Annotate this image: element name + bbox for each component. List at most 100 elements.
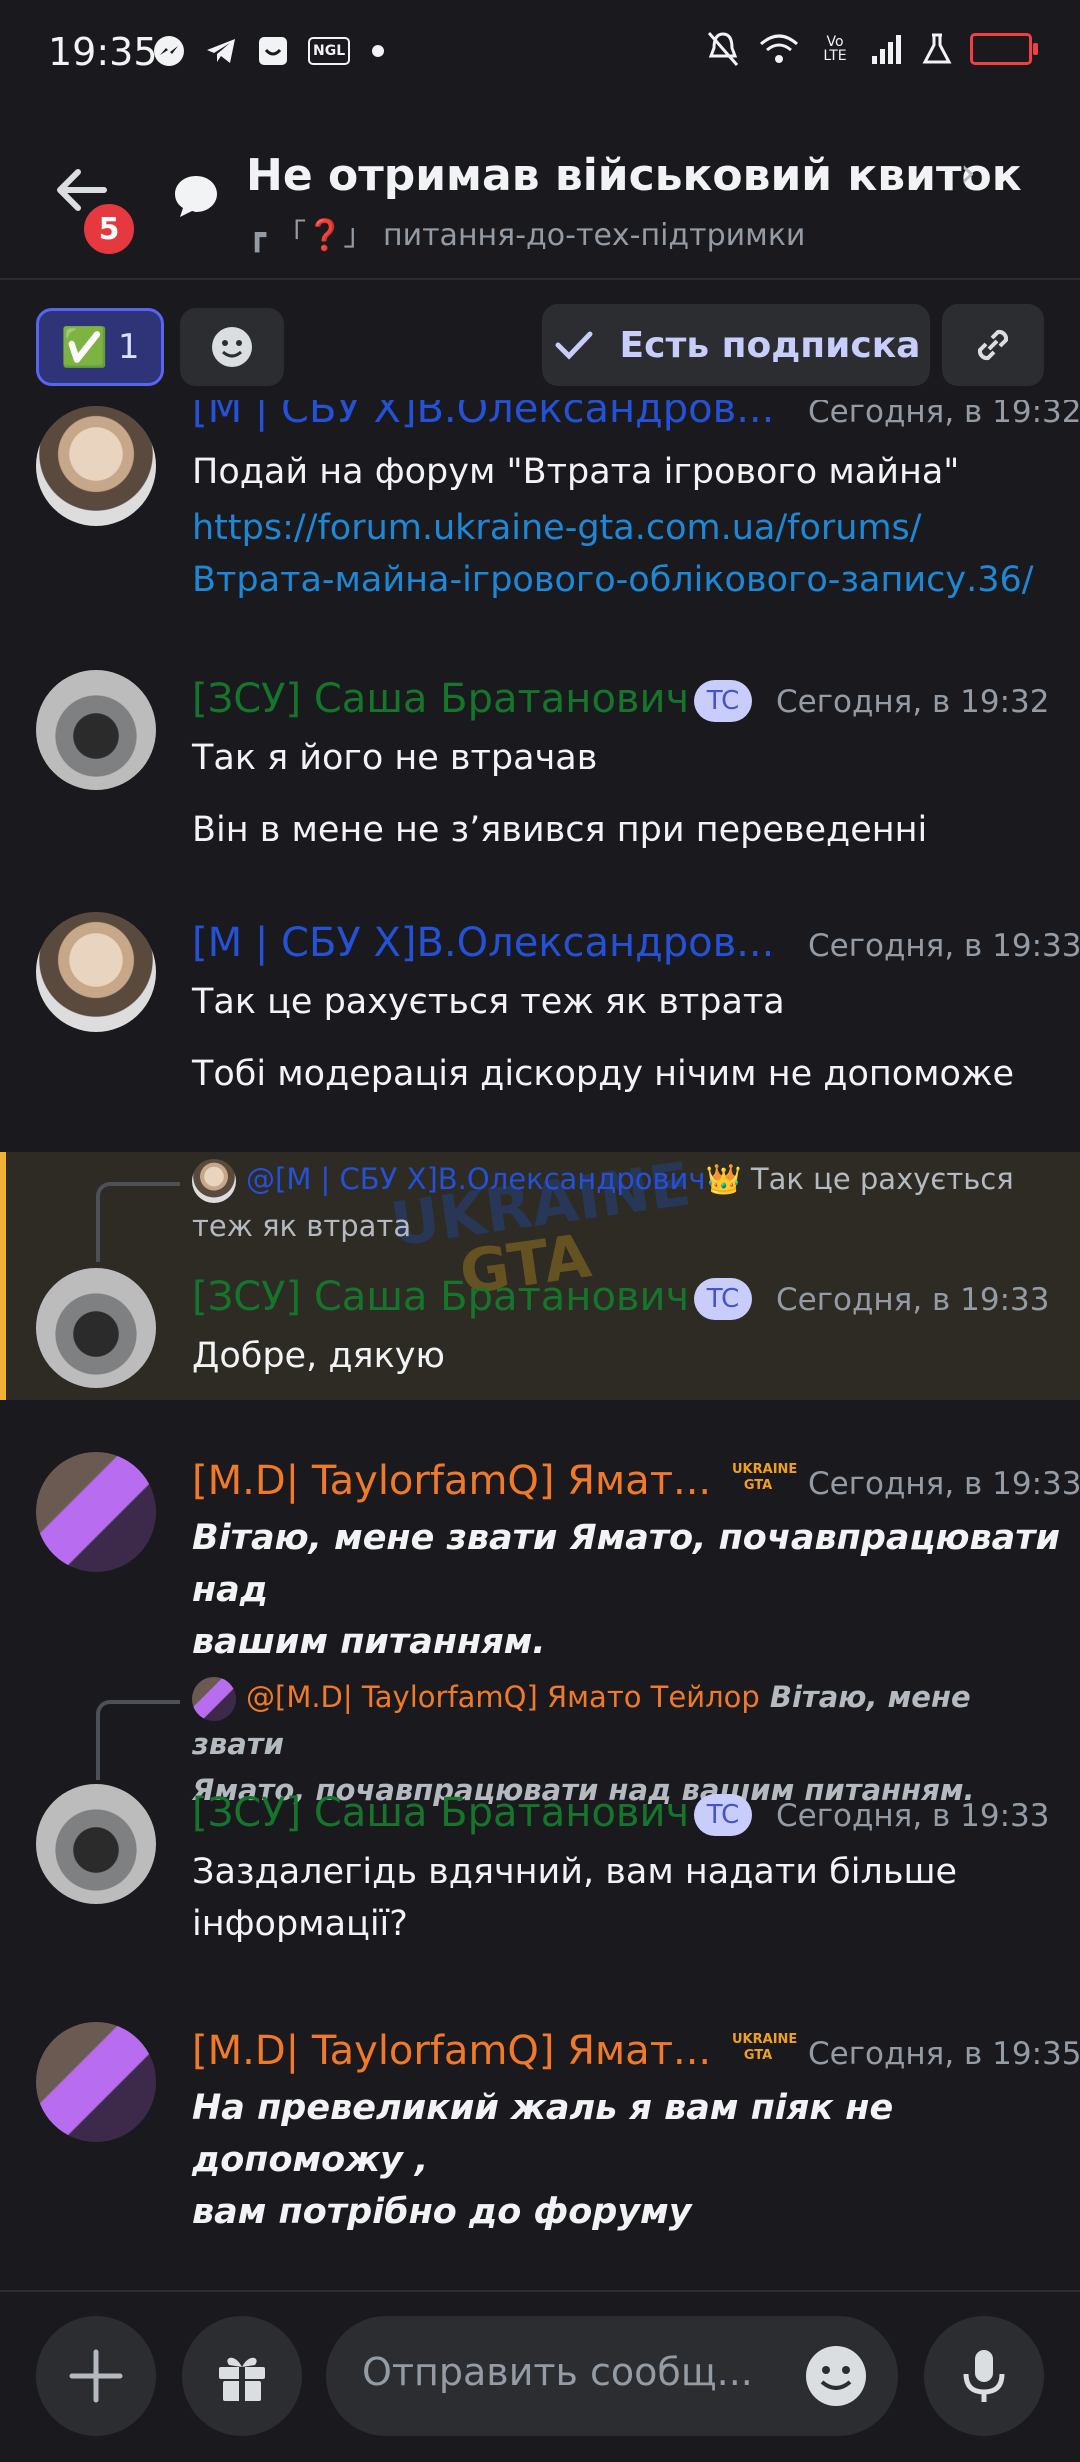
message-input[interactable]: Отправить сообщ... bbox=[326, 2316, 898, 2436]
gift-icon bbox=[219, 2357, 265, 2401]
channel-prefix: 「❓」 bbox=[276, 218, 374, 253]
add-reaction-button[interactable] bbox=[180, 308, 284, 386]
thread-icon bbox=[175, 176, 217, 217]
checkmark-icon bbox=[555, 331, 593, 360]
timestamp: Сегодня, в 19:32 bbox=[776, 684, 1050, 720]
message-line: Так я його не втрачав bbox=[192, 738, 598, 778]
header-divider bbox=[0, 278, 1080, 280]
microphone-icon bbox=[963, 2350, 1005, 2402]
reply-author[interactable]: @[M.D| TaylorfamQ] Ямато Тейлор bbox=[246, 1680, 760, 1714]
input-placeholder: Отправить сообщ... bbox=[362, 2350, 753, 2394]
timestamp: Сегодня, в 19:35 bbox=[808, 2036, 1080, 2072]
thread-actions: ✅ 1 Есть подписка bbox=[0, 300, 1080, 390]
reply-text: теж як втрата bbox=[192, 1209, 412, 1243]
message-line: вам потрібно до форуму bbox=[192, 2192, 692, 2232]
avatar[interactable] bbox=[36, 670, 156, 790]
check-emoji: ✅ bbox=[60, 324, 108, 369]
subscribe-button[interactable]: Есть подписка bbox=[542, 304, 930, 386]
thread-creator-badge: TC bbox=[694, 1278, 752, 1320]
reply-avatar bbox=[192, 1677, 236, 1721]
message-link[interactable]: Втрата-майна-ігрового-облікового-запису.… bbox=[192, 554, 1034, 606]
signal-icon bbox=[872, 35, 901, 64]
thread-creator-badge: TC bbox=[694, 1794, 752, 1836]
clock: 19:35 bbox=[48, 30, 158, 74]
message-line: Подай на форум "Втрата ігрового майна" bbox=[192, 452, 960, 492]
message-line: Тобі модерація діскорду нічим не допомож… bbox=[192, 1054, 1015, 1094]
subscribe-label: Есть подписка bbox=[619, 324, 921, 366]
chevron-right-icon[interactable]: › bbox=[960, 150, 976, 196]
reaction-check[interactable]: ✅ 1 bbox=[36, 308, 164, 386]
ngl-icon: NGL bbox=[308, 37, 351, 65]
server-tag-logo: UKRAINE GTA bbox=[732, 1462, 798, 1493]
wifi-icon bbox=[760, 34, 798, 63]
timestamp: Сегодня, в 19:32 bbox=[808, 400, 1080, 430]
corner-icon: ┏ bbox=[248, 218, 267, 253]
avatar[interactable] bbox=[36, 2022, 156, 2142]
message-list[interactable]: [M | СБУ X]В.Олександров... Сегодня, в 1… bbox=[0, 400, 1080, 2280]
author-name[interactable]: [ЗСУ] Саша Братанович bbox=[192, 1790, 689, 1836]
status-bar: 19:35 NGL Vo LTE bbox=[0, 0, 1080, 110]
reply-connector bbox=[96, 1182, 180, 1262]
timestamp: Сегодня, в 19:33 bbox=[776, 1282, 1050, 1318]
reaction-count: 1 bbox=[117, 327, 140, 367]
smiley-icon bbox=[212, 327, 252, 367]
copy-link-button[interactable] bbox=[942, 304, 1044, 386]
avatar[interactable] bbox=[36, 912, 156, 1032]
reply-connector bbox=[96, 1700, 180, 1780]
message-composer: Отправить сообщ... bbox=[0, 2290, 1080, 2462]
message-text: Вітаю, мене звати Ямато, почавпрацювати … bbox=[192, 1512, 1080, 1668]
timestamp: Сегодня, в 19:33 bbox=[808, 1466, 1080, 1502]
plus-icon bbox=[69, 2349, 123, 2403]
message-text: Подай на форум "Втрата ігрового майна" h… bbox=[192, 446, 1034, 606]
avatar[interactable] bbox=[36, 1784, 156, 1904]
gift-button[interactable] bbox=[182, 2316, 302, 2436]
channel-header: 5 Не отримав військовий квиток › ┏ 「❓」 пи… bbox=[0, 130, 1080, 280]
message-line: вашим питанням. bbox=[192, 1622, 546, 1662]
channel-name: питання-до-тех-підтримки bbox=[382, 218, 806, 253]
chat-icon bbox=[259, 37, 287, 65]
message-text: Добре, дякую bbox=[192, 1330, 445, 1382]
volte-label: Vo LTE bbox=[823, 34, 847, 64]
dot-icon bbox=[372, 45, 385, 57]
message-text: Заздалегідь вдячний, вам надати більше і… bbox=[192, 1846, 957, 1950]
thread-creator-badge: TC bbox=[694, 680, 752, 722]
message-line: На превеликий жаль я вам піяк не допомож… bbox=[192, 2088, 894, 2180]
author-name[interactable]: [ЗСУ] Саша Братанович bbox=[192, 676, 689, 722]
telegram-icon bbox=[207, 39, 235, 63]
avatar[interactable] bbox=[36, 1452, 156, 1572]
message-line: Добре, дякую bbox=[192, 1336, 445, 1376]
timestamp: Сегодня, в 19:33 bbox=[808, 928, 1080, 964]
page-title[interactable]: Не отримав військовий квиток bbox=[246, 150, 1022, 201]
emoji-picker-icon[interactable] bbox=[804, 2344, 868, 2408]
mute-bell-icon bbox=[707, 32, 739, 66]
author-name[interactable]: [M.D| TaylorfamQ] Ямат... bbox=[192, 1458, 711, 1504]
message-text: Так я його не втрачав Він в мене не з’яв… bbox=[192, 732, 927, 856]
messenger-icon bbox=[154, 36, 184, 66]
author-name[interactable]: [ЗСУ] Саша Братанович bbox=[192, 1274, 689, 1320]
avatar[interactable] bbox=[36, 1268, 156, 1388]
author-name[interactable]: [M.D| TaylorfamQ] Ямат... bbox=[192, 2028, 711, 2074]
message-text: На превеликий жаль я вам піяк не допомож… bbox=[192, 2082, 1080, 2238]
author-name[interactable]: [M | СБУ X]В.Олександров... bbox=[192, 920, 774, 966]
link-icon bbox=[977, 329, 1009, 361]
message-line: інформації? bbox=[192, 1904, 408, 1944]
message-line: Він в мене не з’явився при переведенні bbox=[192, 810, 928, 850]
message-line: Так це рахується теж як втрата bbox=[192, 982, 785, 1022]
battery-icon bbox=[970, 33, 1038, 65]
reply-text: Так це рахується bbox=[741, 1162, 1014, 1196]
attach-button[interactable] bbox=[36, 2316, 156, 2436]
flask-icon bbox=[922, 33, 952, 64]
timestamp: Сегодня, в 19:33 bbox=[776, 1798, 1050, 1834]
author-name[interactable]: [M | СБУ X]В.Олександров... bbox=[192, 400, 774, 432]
crown-emoji: 👑 bbox=[705, 1162, 742, 1196]
unread-badge: 5 bbox=[80, 200, 138, 258]
message-line: Вітаю, мене звати Ямато, почавпрацювати … bbox=[192, 1518, 1061, 1610]
server-tag-logo: UKRAINE GTA bbox=[732, 2032, 798, 2063]
reply-author[interactable]: @[M | СБУ X]В.Олександрович bbox=[246, 1162, 706, 1196]
avatar[interactable] bbox=[36, 406, 156, 526]
parent-channel[interactable]: ┏ 「❓」 питання-до-тех-підтримки bbox=[248, 210, 805, 254]
voice-button[interactable] bbox=[924, 2316, 1044, 2436]
message-link[interactable]: https://forum.ukraine-gta.com.ua/forums/ bbox=[192, 502, 1034, 554]
reply-preview[interactable]: @[M | СБУ X]В.Олександрович👑 Так це раху… bbox=[192, 1156, 1032, 1249]
reply-avatar bbox=[192, 1159, 236, 1203]
